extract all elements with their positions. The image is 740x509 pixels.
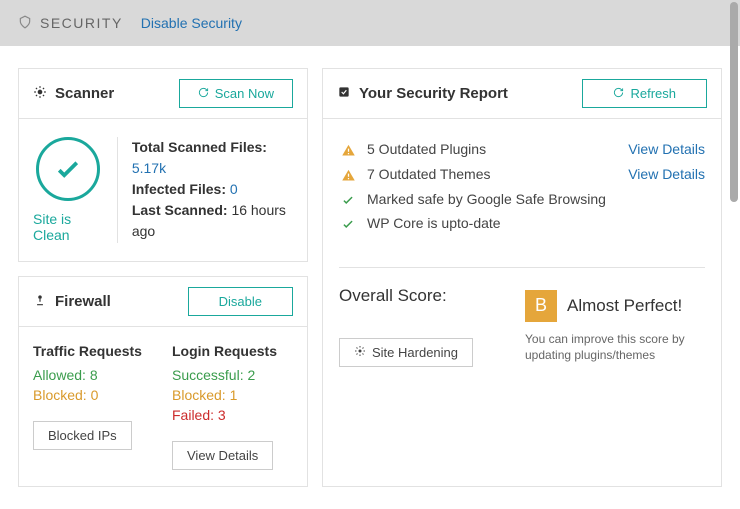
report-item-text: WP Core is upto-date: [367, 215, 705, 231]
overall-score-label: Overall Score:: [339, 286, 503, 306]
scan-stats: Total Scanned Files: 5.17k Infected File…: [117, 137, 293, 243]
gear-icon: [354, 345, 366, 360]
check-icon: [339, 193, 357, 207]
scrollbar[interactable]: [730, 2, 738, 202]
traffic-requests-head: Traffic Requests: [33, 343, 154, 359]
grade-badge: B: [525, 290, 557, 322]
traffic-blocked: Blocked: 0: [33, 387, 154, 403]
topbar: SECURITY Disable Security: [0, 0, 740, 46]
infected-value[interactable]: 0: [230, 181, 238, 197]
total-scanned-value[interactable]: 5.17k: [132, 158, 293, 179]
page-title: SECURITY: [18, 15, 123, 32]
refresh-button[interactable]: Refresh: [582, 79, 707, 108]
disable-firewall-button[interactable]: Disable: [188, 287, 293, 316]
scanner-title: Scanner: [33, 85, 114, 103]
report-item: Marked safe by Google Safe Browsing: [339, 187, 705, 211]
view-details-link[interactable]: View Details: [628, 141, 705, 157]
shield-icon: [18, 15, 32, 32]
report-item-text: 7 Outdated Themes: [367, 166, 628, 182]
login-blocked: Blocked: 1: [172, 387, 293, 403]
login-successful: Successful: 2: [172, 367, 293, 383]
disable-security-link[interactable]: Disable Security: [141, 15, 242, 31]
security-report-card: Your Security Report Refresh 5 Outdated …: [322, 68, 722, 487]
improve-hint: You can improve this score by updating p…: [525, 332, 705, 363]
warning-icon: [339, 143, 357, 158]
firewall-card: Firewall Disable Traffic Requests Allowe…: [18, 276, 308, 487]
report-item-text: Marked safe by Google Safe Browsing: [367, 191, 705, 207]
scan-now-button[interactable]: Scan Now: [179, 79, 293, 108]
view-details-link[interactable]: View Details: [628, 166, 705, 182]
report-item: 5 Outdated PluginsView Details: [339, 137, 705, 162]
scanner-card: Scanner Scan Now Site is Clean T: [18, 68, 308, 262]
report-icon: [337, 85, 351, 103]
report-title: Your Security Report: [337, 85, 508, 103]
clean-badge: [36, 137, 100, 201]
report-item: 7 Outdated ThemesView Details: [339, 162, 705, 187]
warning-icon: [339, 168, 357, 183]
scanner-icon: [33, 85, 47, 103]
firewall-icon: [33, 293, 47, 311]
site-status: Site is Clean: [33, 211, 103, 243]
grade-text: Almost Perfect!: [567, 296, 682, 316]
traffic-allowed: Allowed: 8: [33, 367, 154, 383]
report-item-text: 5 Outdated Plugins: [367, 141, 628, 157]
report-item: WP Core is upto-date: [339, 211, 705, 235]
blocked-ips-button[interactable]: Blocked IPs: [33, 421, 132, 450]
login-failed: Failed: 3: [172, 407, 293, 423]
site-hardening-button[interactable]: Site Hardening: [339, 338, 473, 367]
content: Scanner Scan Now Site is Clean T: [0, 46, 740, 509]
page-title-text: SECURITY: [40, 15, 123, 31]
check-icon: [339, 217, 357, 231]
divider: [339, 267, 705, 268]
refresh-icon: [613, 86, 624, 101]
firewall-title: Firewall: [33, 293, 111, 311]
login-requests-head: Login Requests: [172, 343, 293, 359]
refresh-icon: [198, 86, 209, 101]
firewall-view-details-button[interactable]: View Details: [172, 441, 273, 470]
